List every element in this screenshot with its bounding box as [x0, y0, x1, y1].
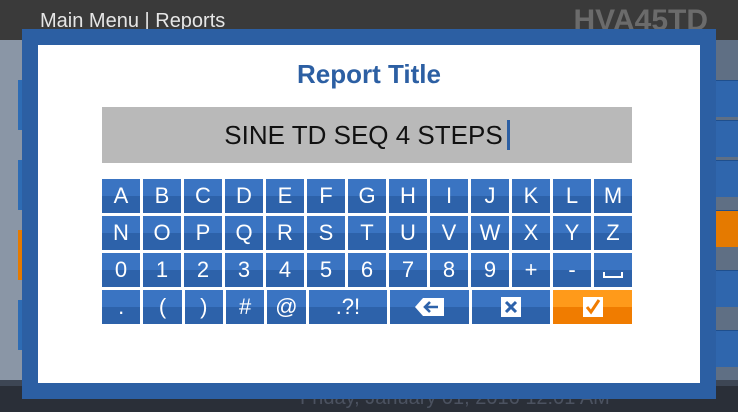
keyboard-row: . ( ) # @ .?! [102, 290, 632, 324]
space-key[interactable] [594, 253, 632, 287]
report-title-input[interactable]: SINE TD SEQ 4 STEPS [102, 107, 632, 163]
confirm-key[interactable] [553, 290, 632, 324]
key-s[interactable]: S [307, 216, 345, 250]
keyboard-row: N O P Q R S T U V W X Y Z [102, 216, 632, 250]
key-f[interactable]: F [307, 179, 345, 213]
key-q[interactable]: Q [225, 216, 263, 250]
key-plus[interactable]: + [512, 253, 550, 287]
keyboard-row: A B C D E F G H I J K L M [102, 179, 632, 213]
clear-key[interactable] [471, 290, 551, 324]
key-l[interactable]: L [553, 179, 591, 213]
key-minus[interactable]: - [553, 253, 591, 287]
backspace-icon [414, 298, 444, 316]
key-0[interactable]: 0 [102, 253, 140, 287]
key-6[interactable]: 6 [348, 253, 386, 287]
key-4[interactable]: 4 [266, 253, 304, 287]
key-period[interactable]: . [102, 290, 141, 324]
key-m[interactable]: M [594, 179, 632, 213]
key-v[interactable]: V [430, 216, 468, 250]
key-e[interactable]: E [266, 179, 304, 213]
key-close-paren[interactable]: ) [184, 290, 223, 324]
key-j[interactable]: J [471, 179, 509, 213]
key-c[interactable]: C [184, 179, 222, 213]
space-icon [603, 272, 623, 278]
key-g[interactable]: G [348, 179, 386, 213]
key-y[interactable]: Y [553, 216, 591, 250]
key-x[interactable]: X [512, 216, 550, 250]
key-at[interactable]: @ [267, 290, 306, 324]
key-p[interactable]: P [184, 216, 222, 250]
clear-icon [501, 297, 522, 317]
key-z[interactable]: Z [594, 216, 632, 250]
key-hash[interactable]: # [225, 290, 265, 324]
key-d[interactable]: D [225, 179, 263, 213]
key-r[interactable]: R [266, 216, 304, 250]
text-cursor [506, 120, 510, 150]
key-a[interactable]: A [102, 179, 140, 213]
key-t[interactable]: T [348, 216, 386, 250]
key-n[interactable]: N [102, 216, 140, 250]
key-o[interactable]: O [143, 216, 181, 250]
punctuation-key[interactable]: .?! [308, 290, 388, 324]
key-k[interactable]: K [512, 179, 550, 213]
key-1[interactable]: 1 [143, 253, 181, 287]
keyboard-row: 0 1 2 3 4 5 6 7 8 9 + - [102, 253, 632, 287]
key-7[interactable]: 7 [389, 253, 427, 287]
key-w[interactable]: W [471, 216, 509, 250]
key-open-paren[interactable]: ( [143, 290, 182, 324]
key-5[interactable]: 5 [307, 253, 345, 287]
key-8[interactable]: 8 [430, 253, 468, 287]
key-b[interactable]: B [143, 179, 181, 213]
key-i[interactable]: I [430, 179, 468, 213]
key-h[interactable]: H [389, 179, 427, 213]
backspace-key[interactable] [390, 290, 469, 324]
report-title-dialog: Report Title SINE TD SEQ 4 STEPS A B C D… [22, 29, 716, 399]
key-3[interactable]: 3 [225, 253, 263, 287]
key-u[interactable]: U [389, 216, 427, 250]
dialog-title: Report Title [297, 59, 441, 89]
key-2[interactable]: 2 [184, 253, 222, 287]
key-9[interactable]: 9 [471, 253, 509, 287]
on-screen-keyboard: A B C D E F G H I J K L M N O P Q R S T … [102, 179, 632, 327]
input-text: SINE TD SEQ 4 STEPS [224, 119, 503, 150]
confirm-icon [582, 297, 603, 317]
